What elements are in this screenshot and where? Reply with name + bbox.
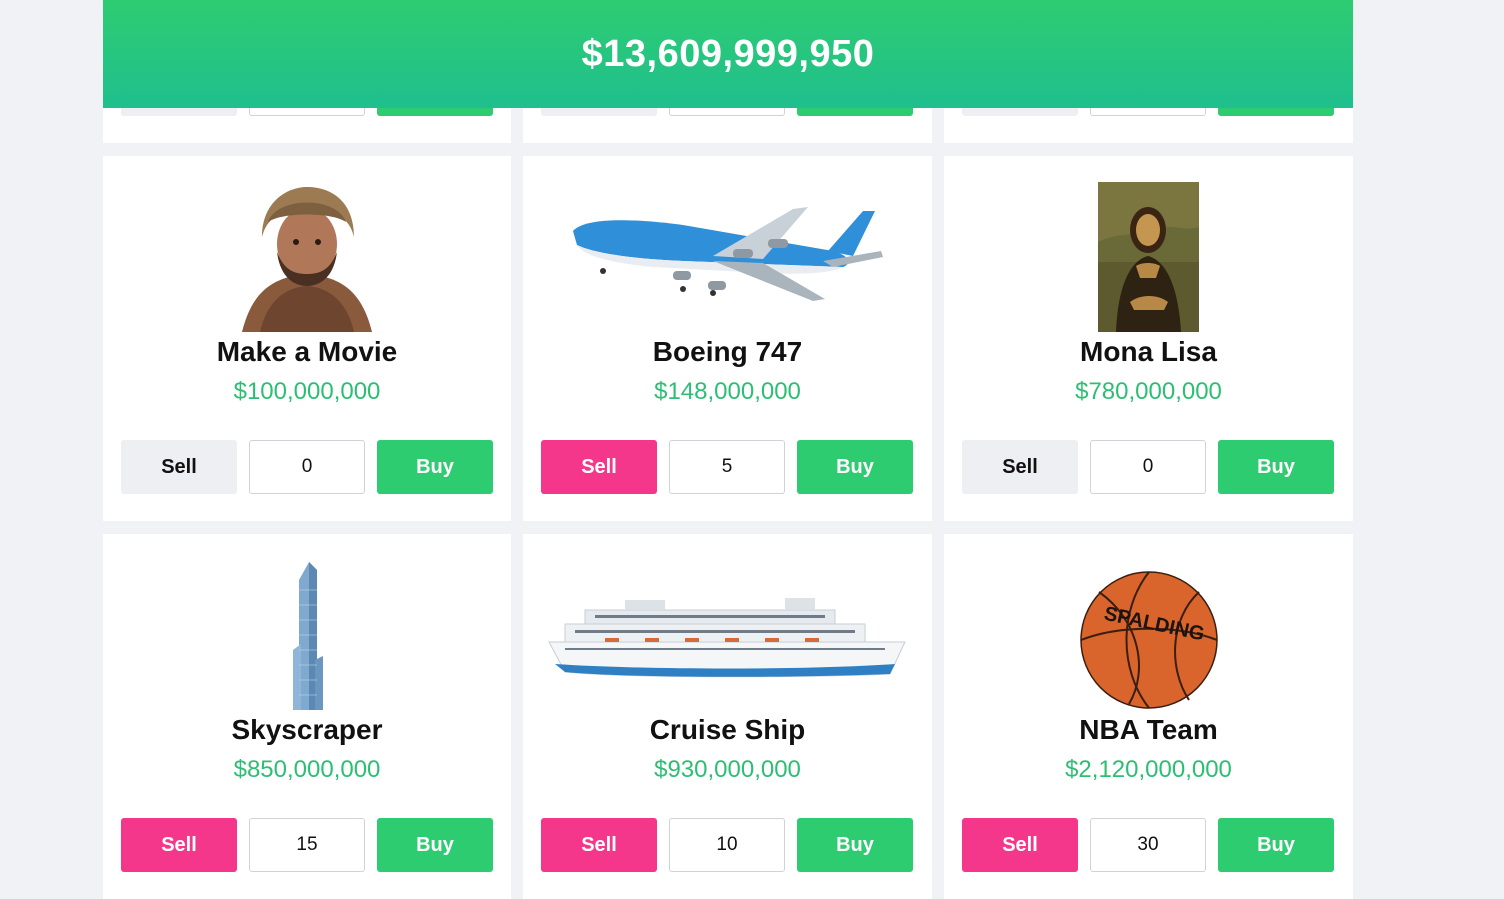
product-name: Skyscraper [231, 714, 383, 745]
skyscraper-icon [293, 562, 323, 710]
product-name: Boeing 747 [652, 336, 803, 367]
airplane-icon [572, 207, 883, 301]
quantity-input[interactable] [669, 440, 785, 494]
product-controls: Sell Buy [541, 440, 913, 494]
product-name: Mona Lisa [1080, 336, 1217, 367]
product-price: $930,000,000 [654, 756, 801, 783]
sell-button[interactable]: Sell [121, 818, 237, 872]
quantity-input[interactable] [1090, 818, 1206, 872]
actor-portrait-icon [242, 187, 372, 332]
product-controls: Sell Buy [121, 440, 493, 494]
buy-button[interactable]: Buy [1218, 818, 1334, 872]
buy-button[interactable]: Buy [1218, 440, 1334, 494]
basketball-icon: SPALDING [1079, 571, 1218, 709]
product-price: $100,000,000 [233, 378, 381, 405]
buy-button[interactable]: Buy [797, 818, 913, 872]
product-controls: Sell Buy [962, 440, 1334, 494]
product-card-cruise-ship: Cruise Ship $930,000,000 Sell Buy [523, 534, 932, 899]
sell-button[interactable]: Sell [121, 440, 237, 494]
balance-header: $13,609,999,950 [103, 0, 1353, 108]
product-controls: Sell Buy [121, 818, 493, 872]
product-price: $2,120,000,000 [1065, 756, 1232, 783]
product-card-boeing-747: Boeing 747 $148,000,000 Sell Buy [523, 156, 932, 521]
product-card-mona-lisa: Mona Lisa $780,000,000 Sell Buy [944, 156, 1353, 521]
sell-button[interactable]: Sell [962, 818, 1078, 872]
buy-button[interactable]: Buy [377, 440, 493, 494]
product-price: $780,000,000 [1075, 378, 1222, 405]
product-name: Make a Movie [216, 336, 398, 367]
painting-icon [1098, 182, 1199, 332]
product-controls: Sell Buy [962, 818, 1334, 872]
money-balance: $13,609,999,950 [581, 32, 875, 75]
product-controls: Sell Buy [541, 818, 913, 872]
quantity-input[interactable] [1090, 440, 1206, 494]
buy-button[interactable]: Buy [377, 818, 493, 872]
product-card-nba-team: SPALDING NBA Team $2,120,000,000 Sell Bu… [944, 534, 1353, 899]
quantity-input[interactable] [249, 440, 365, 494]
product-price: $148,000,000 [654, 378, 801, 405]
product-card-skyscraper: Skyscraper $850,000,000 Sell Buy [103, 534, 511, 899]
product-price: $850,000,000 [233, 756, 381, 783]
product-grid: Sell Buy Sell Buy Sell Buy [103, 0, 1353, 899]
product-name: NBA Team [1079, 714, 1218, 745]
buy-button[interactable]: Buy [797, 440, 913, 494]
product-card-make-a-movie: Make a Movie $100,000,000 Sell Buy [103, 156, 511, 521]
sell-button[interactable]: Sell [962, 440, 1078, 494]
sell-button[interactable]: Sell [541, 818, 657, 872]
quantity-input[interactable] [249, 818, 365, 872]
product-name: Cruise Ship [649, 714, 806, 745]
sell-button[interactable]: Sell [541, 440, 657, 494]
quantity-input[interactable] [669, 818, 785, 872]
cruise-ship-icon [547, 598, 906, 678]
